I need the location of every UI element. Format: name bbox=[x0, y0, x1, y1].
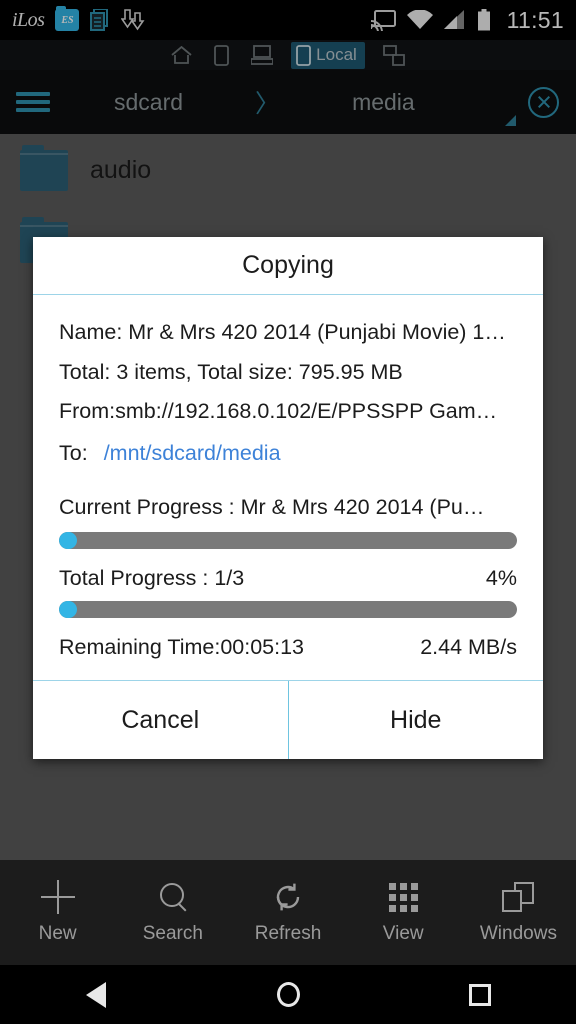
toolbar-refresh-label: Refresh bbox=[254, 923, 322, 944]
home-circle-icon bbox=[276, 982, 300, 1007]
remaining-time-label: Remaining Time:00:05:13 bbox=[59, 635, 305, 659]
dialog-button-bar: Cancel Hide bbox=[33, 681, 543, 759]
app-screen: iLos ES 11:51 Local sdcard 〉 media audio… bbox=[0, 0, 576, 1024]
android-nav-bar bbox=[0, 965, 576, 1024]
dialog-to-row: To: /mnt/sdcard/media bbox=[59, 432, 517, 475]
toolbar-new[interactable]: New bbox=[0, 880, 115, 945]
toolbar-windows[interactable]: Windows bbox=[461, 880, 576, 945]
dialog-total-line: Total: 3 items, Total size: 795.95 MB bbox=[59, 359, 403, 384]
toolbar-search[interactable]: Search bbox=[115, 880, 230, 945]
copying-dialog: Copying Name: Mr & Mrs 420 2014 (Punjabi… bbox=[33, 237, 543, 759]
transfer-speed-label: 2.44 MB/s bbox=[420, 635, 517, 659]
time-speed-row: Remaining Time:00:05:13 2.44 MB/s bbox=[59, 624, 517, 666]
recent-square-icon bbox=[469, 983, 491, 1006]
hide-button[interactable]: Hide bbox=[288, 681, 543, 759]
toolbar-new-label: New bbox=[38, 923, 77, 944]
dialog-to-path[interactable]: /mnt/sdcard/media bbox=[104, 441, 281, 466]
toolbar-search-label: Search bbox=[142, 923, 203, 944]
total-progress-row: Total Progress : 1/3 4% bbox=[59, 555, 517, 597]
toolbar-refresh[interactable]: Refresh bbox=[230, 880, 345, 945]
nav-recent-button[interactable] bbox=[384, 983, 576, 1006]
dialog-body: Name: Mr & Mrs 420 2014 (Punjabi Movie) … bbox=[33, 295, 543, 680]
total-progress-bar bbox=[59, 601, 517, 618]
total-progress-label: Total Progress : 1/3 bbox=[59, 566, 245, 590]
toolbar-view-label: View bbox=[382, 923, 424, 944]
bottom-toolbar: New Search Refresh View Windows bbox=[0, 860, 576, 965]
current-progress-bar bbox=[59, 532, 517, 549]
grid-view-icon bbox=[388, 880, 418, 914]
dialog-to-label: To: bbox=[59, 440, 88, 465]
toolbar-windows-label: Windows bbox=[479, 923, 557, 944]
back-triangle-icon bbox=[86, 981, 106, 1008]
dialog-title: Copying bbox=[242, 251, 334, 279]
total-progress-percent: 4% bbox=[485, 566, 517, 590]
nav-home-button[interactable] bbox=[192, 982, 384, 1007]
toolbar-view[interactable]: View bbox=[346, 880, 461, 945]
plus-icon bbox=[40, 880, 75, 914]
windows-icon bbox=[502, 880, 535, 914]
nav-back-button[interactable] bbox=[0, 981, 192, 1008]
dialog-name-line: Name: Mr & Mrs 420 2014 (Punjabi Movie) … bbox=[59, 320, 506, 344]
dialog-from-line: From:smb://192.168.0.102/E/PPSSPP Gam… bbox=[59, 399, 498, 423]
cancel-button[interactable]: Cancel bbox=[33, 681, 288, 759]
total-progress-bar-fill bbox=[59, 601, 78, 618]
refresh-icon bbox=[272, 880, 304, 914]
search-icon bbox=[158, 880, 188, 914]
dialog-current-progress-label: Current Progress : Mr & Mrs 420 2014 (Pu… bbox=[59, 494, 485, 519]
current-progress-bar-fill bbox=[59, 532, 78, 549]
